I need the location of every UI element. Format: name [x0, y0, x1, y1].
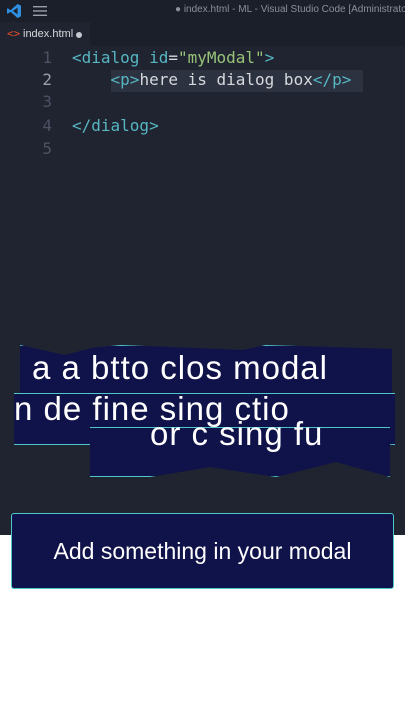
hamburger-menu-icon[interactable] [33, 5, 47, 17]
line-number: 3 [42, 92, 52, 111]
window-title: ● index.html - ML - Visual Studio Code [… [175, 4, 405, 15]
title-bar: ● index.html - ML - Visual Studio Code [… [0, 0, 405, 22]
code-text: </dialog> [72, 116, 159, 135]
line-number: 2 [42, 70, 52, 89]
glitch-text-line: a a btto clos modal [32, 349, 328, 386]
unsaved-dot-icon[interactable] [76, 32, 82, 38]
tab-label: index.html [23, 28, 74, 40]
vscode-editor-window: ● index.html - ML - Visual Studio Code [… [0, 0, 405, 535]
code-token: > [264, 48, 275, 67]
tab-index-html[interactable]: <> index.html [0, 22, 90, 46]
code-text: <p>here is dialog box</p> [72, 70, 352, 89]
line-number: 4 [42, 116, 52, 135]
code-line[interactable]: 5 [0, 139, 405, 161]
glitch-text-line: or c sing fu [150, 415, 324, 452]
line-number: 5 [42, 139, 52, 158]
caption-box: Add something in your modal [11, 513, 394, 589]
code-text: <dialog id="myModal"> [72, 48, 274, 67]
line-number: 1 [42, 48, 52, 67]
code-line[interactable]: 2 <p>here is dialog box</p> [0, 70, 405, 92]
code-token: </p> [312, 70, 352, 89]
glitch-caption-overlay: a a btto clos modal n de fine sing ctio … [14, 335, 395, 477]
code-token: <dialog [72, 48, 150, 67]
code-token: here is dialog box [139, 70, 313, 89]
tab-bar: <> index.html [0, 22, 405, 46]
code-line[interactable]: 4 </dialog> [0, 116, 405, 138]
html-file-icon: <> [7, 27, 21, 40]
code-token: id [149, 48, 169, 67]
caption-text: Add something in your modal [53, 538, 352, 564]
code-token: <p> [110, 70, 140, 89]
code-token: "myModal" [177, 48, 265, 67]
vscode-logo-icon[interactable] [6, 3, 22, 19]
code-token: </dialog> [72, 116, 159, 135]
code-line[interactable]: 1 <dialog id="myModal"> [0, 48, 405, 70]
code-token: = [168, 48, 178, 67]
code-line[interactable]: 3 [0, 92, 405, 114]
